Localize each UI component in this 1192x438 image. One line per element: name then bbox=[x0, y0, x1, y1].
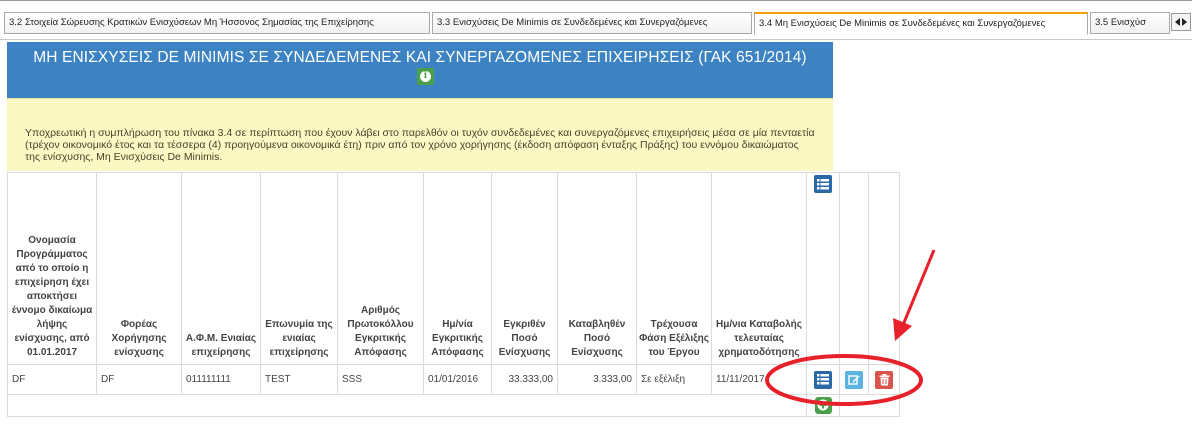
col-header-approval-date: Ημ/νία Εγκριτικής Απόφασης bbox=[423, 172, 492, 365]
scroll-left-icon[interactable] bbox=[1175, 18, 1180, 26]
cell-protocol-number: SSS bbox=[337, 364, 424, 395]
col-header-project-phase: Τρέχουσα Φάση Εξέλιξης του Έργου bbox=[636, 172, 712, 365]
tab-3-2[interactable]: 3.2 Στοιχεία Σώρευσης Κρατικών Ενισχύσεω… bbox=[4, 12, 430, 34]
trash-icon bbox=[879, 373, 889, 385]
edit-row-button[interactable] bbox=[845, 370, 863, 389]
tab-3-4[interactable]: 3.4 Μη Ενισχύσεις De Minimis σε Συνδεδεμ… bbox=[754, 12, 1088, 35]
tab-strip: 3.2 Στοιχεία Σώρευσης Κρατικών Ενισχύσεω… bbox=[0, 0, 1192, 40]
section-header: ΜΗ ΕΝΙΣΧΥΣΕΙΣ DE MINIMIS ΣΕ ΣΥΝΔΕΔΕΜΕΝΕΣ… bbox=[7, 42, 833, 98]
tab-3-3[interactable]: 3.3 Ενισχύσεις De Minimis σε Συνδεδεμένε… bbox=[432, 12, 752, 34]
cell-approval-date: 01/01/2016 bbox=[423, 364, 492, 395]
col-header-approved-amount: Εγκριθέν Ποσό Ενίσχυσης bbox=[491, 172, 558, 365]
col-header-program: Ονομασία Προγράμματος από το οποίο η επι… bbox=[7, 172, 97, 365]
tab-3-5[interactable]: 3.5 Ενισχύσ bbox=[1090, 12, 1170, 34]
col-header-company-name: Επωνυμία της ενιαίας επιχείρησης bbox=[260, 172, 338, 365]
tab-strip-border bbox=[0, 0, 1192, 1]
col-header-list bbox=[806, 172, 840, 365]
col-header-paid-amount: Καταβληθέν Ποσό Ενίσχυσης bbox=[557, 172, 637, 365]
list-icon bbox=[817, 374, 829, 385]
tab-scroll-arrows[interactable] bbox=[1171, 13, 1191, 31]
list-all-button[interactable] bbox=[814, 175, 832, 193]
annotation-arrow-line bbox=[901, 249, 936, 326]
delete-row-button[interactable] bbox=[875, 370, 893, 389]
notice-box: Υποχρεωτική η συμπλήρωση του πίνακα 3.4 … bbox=[7, 98, 833, 171]
info-button[interactable]: i bbox=[417, 68, 434, 85]
cell-last-payment-date: 11/11/2017 bbox=[711, 364, 807, 395]
cell-vat-number: 011111111 bbox=[181, 364, 261, 395]
cell-add bbox=[806, 394, 840, 417]
col-header-delete bbox=[868, 172, 900, 365]
cell-delete bbox=[868, 364, 900, 395]
table-row: DF DF 011111111 TEST SSS 01/01/2016 33.3… bbox=[7, 364, 900, 395]
scroll-right-icon[interactable] bbox=[1182, 18, 1187, 26]
edit-icon bbox=[848, 374, 860, 385]
cell-paid-amount: 3.333,00 bbox=[557, 364, 637, 395]
notice-text: Υποχρεωτική η συμπλήρωση του πίνακα 3.4 … bbox=[25, 127, 815, 163]
col-header-last-payment-date: Ημ/νια Καταβολής τελευταίας χρηματοδότησ… bbox=[711, 172, 807, 365]
list-icon bbox=[817, 178, 829, 189]
col-header-vat-number: Α.Φ.Μ. Ενιαίας επιχείρησης bbox=[181, 172, 261, 365]
cell-program: DF bbox=[7, 364, 97, 395]
page-title: ΜΗ ΕΝΙΣΧΥΣΕΙΣ DE MINIMIS ΣΕ ΣΥΝΔΕΔΕΜΕΝΕΣ… bbox=[33, 49, 807, 66]
cell-approved-amount: 33.333,00 bbox=[491, 364, 558, 395]
cell-view bbox=[806, 364, 840, 395]
col-header-granting-body: Φορέας Χορήγησης ενίσχυσης bbox=[96, 172, 182, 365]
table-footer-row bbox=[7, 394, 900, 417]
aid-table: Ονομασία Προγράμματος από το οποίο η επι… bbox=[7, 172, 900, 417]
footer-empty-cell bbox=[7, 394, 807, 417]
add-row-button[interactable] bbox=[814, 396, 832, 414]
view-row-button[interactable] bbox=[814, 370, 832, 389]
cell-project-phase: Σε εξέλιξη bbox=[636, 364, 712, 395]
info-icon: i bbox=[420, 71, 431, 82]
col-header-edit bbox=[839, 172, 869, 365]
table-header-row: Ονομασία Προγράμματος από το οποίο η επι… bbox=[7, 172, 900, 365]
add-icon bbox=[817, 399, 829, 411]
footer-blank-cell bbox=[839, 394, 900, 417]
col-header-protocol-number: Αριθμός Πρωτοκόλλου Εγκριτικής Απόφασης bbox=[337, 172, 424, 365]
cell-company-name: TEST bbox=[260, 364, 338, 395]
cell-edit bbox=[839, 364, 869, 395]
cell-granting-body: DF bbox=[96, 364, 182, 395]
